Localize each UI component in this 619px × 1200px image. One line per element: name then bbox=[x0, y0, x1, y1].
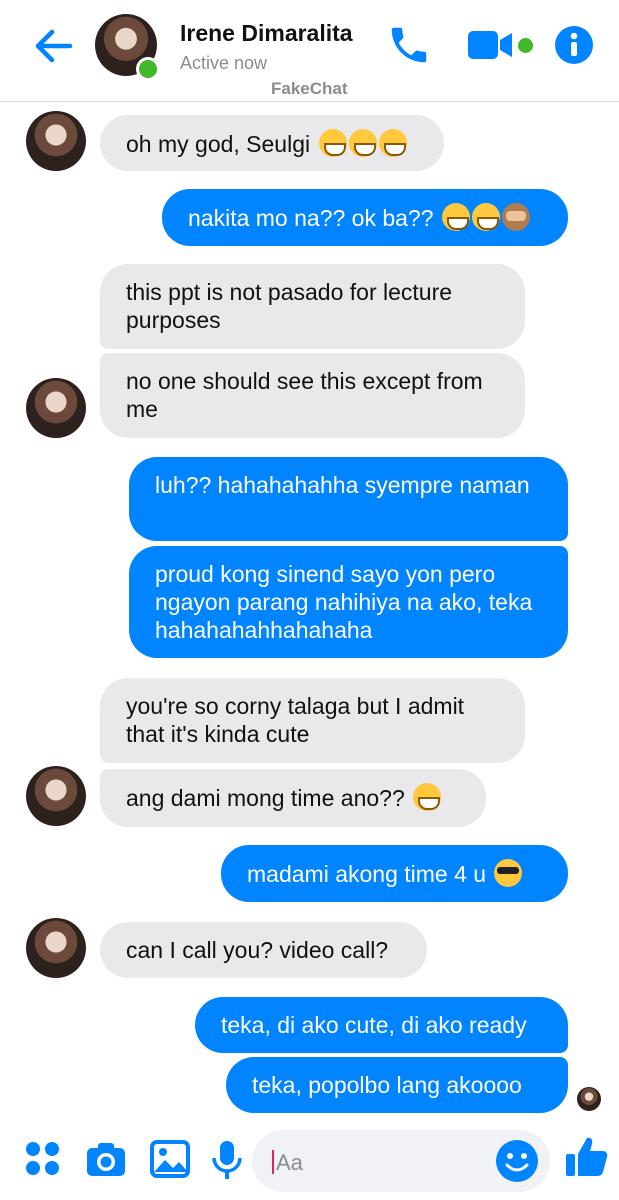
grinning-face-emoji bbox=[378, 129, 407, 157]
menu-dots-icon[interactable] bbox=[22, 1138, 66, 1182]
outgoing-message[interactable]: luh?? hahahahahha syempre naman bbox=[129, 457, 568, 541]
sunglasses-face-emoji bbox=[494, 859, 523, 887]
see-no-evil-monkey-emoji bbox=[501, 203, 530, 231]
outgoing-message[interactable]: proud kong sinend sayo yon pero ngayon p… bbox=[129, 546, 568, 658]
incoming-message[interactable]: oh my god, Seulgi bbox=[100, 115, 444, 171]
message-input[interactable]: Aa bbox=[252, 1130, 550, 1192]
message-text: teka, di ako cute, di ako ready bbox=[221, 1012, 527, 1038]
sender-avatar[interactable] bbox=[26, 766, 86, 826]
sender-avatar[interactable] bbox=[26, 918, 86, 978]
online-indicator bbox=[136, 57, 160, 81]
incoming-message[interactable]: ang dami mong time ano?? bbox=[100, 769, 486, 827]
video-active-dot bbox=[518, 38, 533, 53]
gallery-icon[interactable] bbox=[148, 1138, 192, 1182]
emoji-icon[interactable] bbox=[494, 1138, 540, 1184]
incoming-message[interactable]: you're so corny talaga but I admit that … bbox=[100, 678, 525, 763]
incoming-message[interactable]: this ppt is not pasado for lecture purpo… bbox=[100, 264, 525, 349]
info-icon[interactable] bbox=[554, 25, 594, 65]
seen-receipt-avatar bbox=[577, 1087, 601, 1111]
video-call-icon[interactable] bbox=[466, 28, 516, 62]
incoming-message[interactable]: can I call you? video call? bbox=[100, 922, 427, 978]
phone-call-icon[interactable] bbox=[386, 22, 432, 68]
outgoing-message[interactable]: nakita mo na?? ok ba?? bbox=[162, 189, 568, 246]
message-composer: Aa bbox=[0, 1122, 619, 1200]
outgoing-message[interactable]: teka, popolbo lang akoooo bbox=[226, 1057, 568, 1113]
chat-header: Irene Dimaralita Active now FakeChat bbox=[0, 0, 619, 102]
message-text: can I call you? video call? bbox=[126, 937, 389, 963]
grinning-face-emoji bbox=[318, 129, 347, 157]
message-text: luh?? hahahahahha syempre naman bbox=[155, 472, 530, 498]
camera-icon[interactable] bbox=[84, 1138, 128, 1182]
message-text: you're so corny talaga but I admit that … bbox=[126, 693, 465, 747]
outgoing-message[interactable]: teka, di ako cute, di ako ready bbox=[195, 997, 568, 1053]
microphone-icon[interactable] bbox=[205, 1138, 249, 1182]
text-caret bbox=[272, 1150, 274, 1174]
thumbs-up-icon[interactable] bbox=[563, 1134, 609, 1180]
message-input-placeholder: Aa bbox=[276, 1150, 303, 1175]
message-text: teka, popolbo lang akoooo bbox=[252, 1072, 522, 1098]
grinning-face-emoji bbox=[348, 129, 377, 157]
message-text: this ppt is not pasado for lecture purpo… bbox=[126, 279, 453, 333]
message-text: nakita mo na?? ok ba?? bbox=[188, 205, 440, 231]
message-text: proud kong sinend sayo yon pero ngayon p… bbox=[155, 561, 533, 643]
grinning-face-emoji bbox=[413, 783, 442, 811]
sender-avatar[interactable] bbox=[26, 378, 86, 438]
grinning-face-emoji bbox=[441, 203, 470, 231]
message-text: oh my god, Seulgi bbox=[126, 131, 317, 157]
grinning-face-emoji bbox=[471, 203, 500, 231]
message-text: no one should see this except from me bbox=[126, 368, 483, 422]
back-arrow-icon[interactable] bbox=[30, 24, 78, 68]
outgoing-message[interactable]: madami akong time 4 u bbox=[221, 845, 568, 902]
message-text: madami akong time 4 u bbox=[247, 861, 493, 887]
incoming-message[interactable]: no one should see this except from me bbox=[100, 353, 525, 438]
message-text: ang dami mong time ano?? bbox=[126, 785, 412, 811]
app-watermark: FakeChat bbox=[271, 79, 348, 98]
sender-avatar[interactable] bbox=[26, 111, 86, 171]
contact-status: Active now bbox=[180, 53, 268, 73]
contact-name[interactable]: Irene Dimaralita bbox=[180, 20, 353, 47]
